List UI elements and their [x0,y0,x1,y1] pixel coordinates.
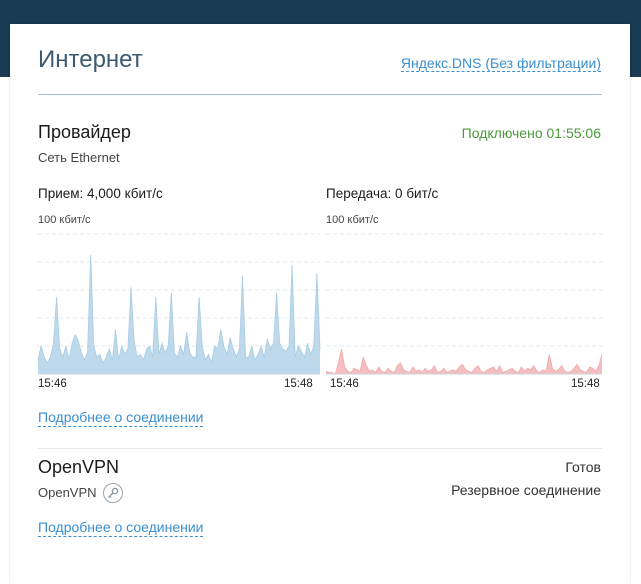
provider-subtitle: Сеть Ethernet [38,150,120,165]
openvpn-status: Готов [565,459,601,475]
provider-status: Подключено 01:55:06 [461,125,601,141]
provider-title: Провайдер [38,122,131,142]
send-label: Передача: 0 бит/с [326,186,439,201]
provider-details-link[interactable]: Подробнее о соединении [38,409,204,427]
send-time-start: 15:46 [330,378,359,390]
send-scale-label: 100 кбит/с [326,214,379,226]
dns-settings-link[interactable]: Яндекс.DNS (Без фильтрации) [400,55,601,72]
openvpn-backup-label: Резервное соединение [451,482,601,498]
send-time-end: 15:48 [571,378,600,390]
internet-card: Интернет Яндекс.DNS (Без фильтрации) Про… [10,24,630,584]
key-icon[interactable] [103,483,123,503]
receive-time-end: 15:48 [284,378,313,390]
page-title: Интернет [38,46,143,73]
openvpn-subtitle: OpenVPN [38,485,97,500]
openvpn-details-link[interactable]: Подробнее о соединении [38,519,204,537]
send-graph [325,233,603,375]
receive-time-start: 15:46 [38,378,67,390]
receive-label: Прием: 4,000 кбит/с [38,186,163,201]
receive-scale-label: 100 кбит/с [38,214,91,226]
title-divider [38,94,602,95]
receive-graph [37,233,321,375]
send-area [326,348,602,374]
section-divider [38,448,602,449]
openvpn-title: OpenVPN [38,457,120,477]
